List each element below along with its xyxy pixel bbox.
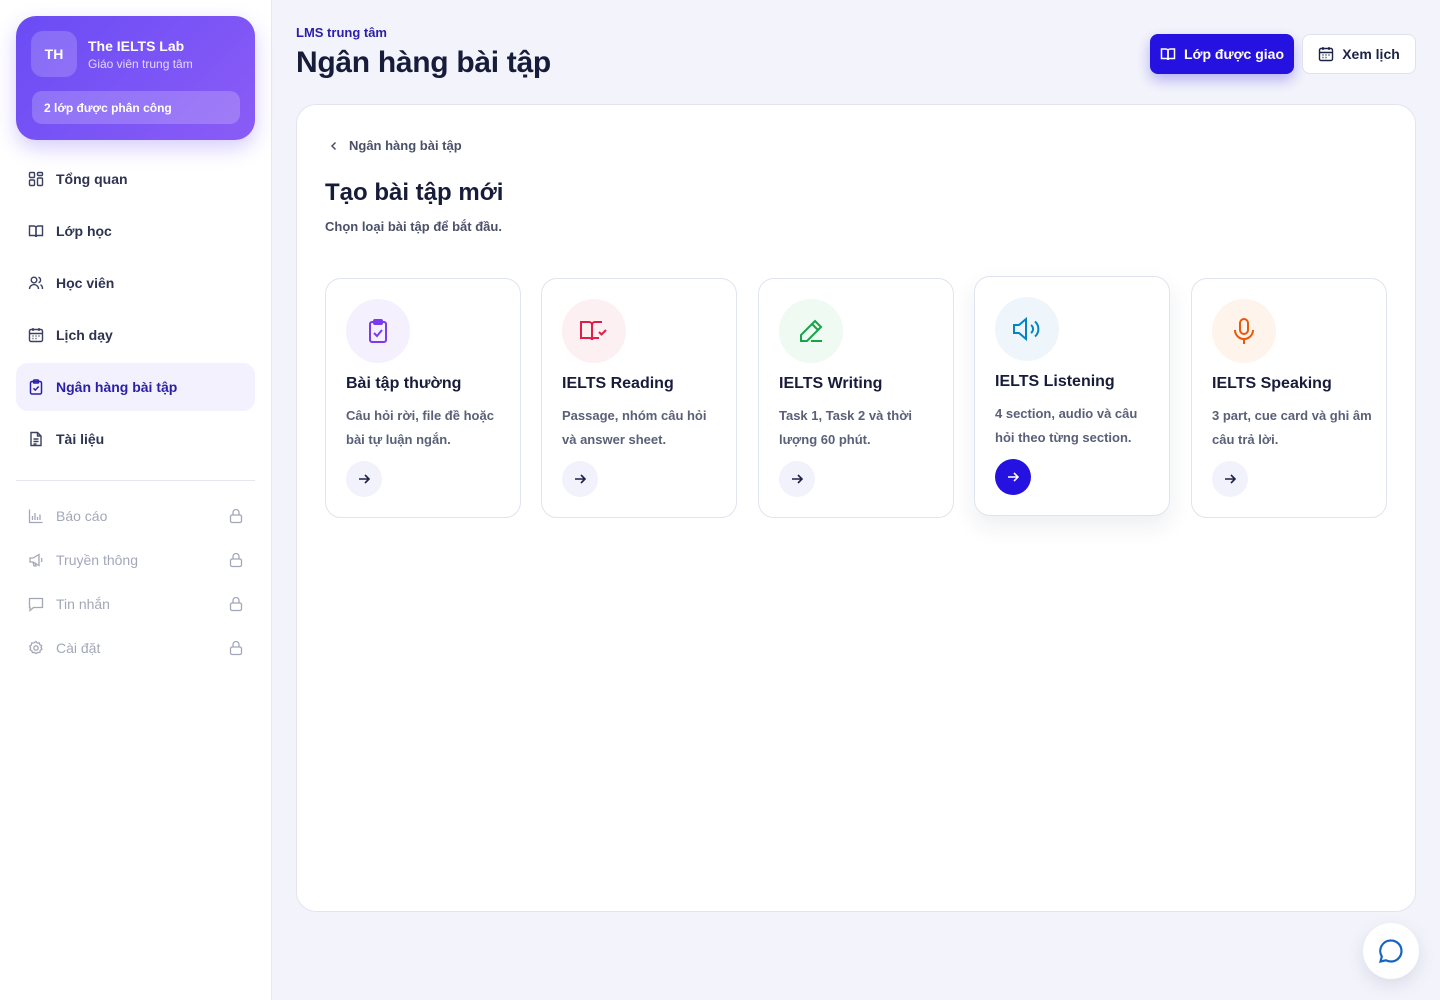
settings-icon [28,640,44,656]
users-icon [28,275,44,291]
assigned-classes-pill[interactable]: 2 lớp được phân công [32,91,240,124]
sidebar-item-reports[interactable]: Báo cáo [16,496,255,536]
page-title: Ngân hàng bài tập [296,46,551,79]
sidebar-item-label: Báo cáo [56,508,108,524]
clipboard-check-icon [28,379,44,395]
sidebar-item-label: Học viên [56,275,115,291]
sidebar-divider [16,480,255,481]
section-subtitle: Chọn loại bài tập để bắt đầu. [325,219,502,234]
microphone-icon [1212,299,1276,363]
card-title: IELTS Reading [562,375,674,392]
pen-icon [779,299,843,363]
lock-icon [229,508,243,524]
lock-icon [229,640,243,656]
bar-chart-icon [28,508,44,524]
org-name: The IELTS Lab [88,38,185,54]
sidebar-item-messages[interactable]: Tin nhắn [16,584,255,624]
card-description: 3 part, cue card và ghi âm câu trả lời. [1212,408,1372,447]
sidebar-item-label: Cài đặt [56,640,101,656]
card-title: IELTS Writing [779,375,883,392]
clipboard-check-icon [346,299,410,363]
message-icon [28,596,44,612]
book-check-icon [562,299,626,363]
sidebar-item-label: Tài liệu [56,431,105,447]
org-role: Giáo viên trung tâm [88,57,193,71]
sidebar-item-schedule[interactable]: Lịch dạy [16,311,255,359]
view-schedule-button[interactable]: Xem lịch [1302,34,1416,74]
breadcrumb-label: Ngân hàng bài tập [349,138,462,153]
sidebar: TH The IELTS Lab Giáo viên trung tâm 2 l… [0,0,272,1000]
sidebar-item-label: Truyền thông [56,552,138,568]
exercise-type-card-standard[interactable]: Bài tập thường Câu hỏi rời, file đề hoặc… [325,278,521,518]
arrow-right-icon[interactable] [995,459,1031,495]
chat-button[interactable] [1363,923,1419,979]
sidebar-item-documents[interactable]: Tài liệu [16,415,255,463]
calendar-icon [28,327,44,343]
card-description: 4 section, audio và câu hỏi theo từng se… [995,406,1138,445]
exercise-type-card-reading[interactable]: IELTS Reading Passage, nhóm câu hỏi và a… [541,278,737,518]
lock-icon [229,596,243,612]
sidebar-item-settings[interactable]: Cài đặt [16,628,255,668]
button-label: Xem lịch [1342,46,1400,62]
sidebar-item-label: Lịch dạy [56,327,113,343]
arrow-right-icon[interactable] [779,461,815,497]
card-description: Task 1, Task 2 và thời lượng 60 phút. [779,408,913,447]
grid-icon [28,171,44,187]
sidebar-item-communications[interactable]: Truyền thông [16,540,255,580]
speaker-icon [995,297,1059,361]
card-title: Bài tập thường [346,375,462,392]
sidebar-item-overview[interactable]: Tổng quan [16,155,255,203]
chevron-left-icon [329,141,339,151]
document-icon [28,431,44,447]
megaphone-icon [28,552,44,568]
button-label: Lớp được giao [1183,46,1285,62]
page-eyebrow: LMS trung tâm [296,25,387,40]
exercise-create-panel: Ngân hàng bài tập Tạo bài tập mới Chọn l… [296,104,1416,912]
breadcrumb[interactable]: Ngân hàng bài tập [329,138,462,153]
assigned-classes-button[interactable]: Lớp được giao [1150,34,1294,74]
card-title: IELTS Speaking [1212,375,1332,392]
book-open-icon [1160,46,1176,62]
exercise-type-card-writing[interactable]: IELTS Writing Task 1, Task 2 và thời lượ… [758,278,954,518]
card-description: Câu hỏi rời, file đề hoặc bài tự luận ng… [346,408,494,447]
lock-icon [229,552,243,568]
card-title: IELTS Listening [995,373,1115,390]
exercise-type-card-listening[interactable]: IELTS Listening 4 section, audio và câu … [974,276,1170,516]
section-title: Tạo bài tập mới [325,179,504,206]
sidebar-item-label: Tổng quan [56,171,128,187]
calendar-icon [1318,46,1334,62]
sidebar-item-students[interactable]: Học viên [16,259,255,307]
sidebar-item-label: Tin nhắn [56,596,110,612]
chat-bubble-icon [1377,937,1405,965]
card-description: Passage, nhóm câu hỏi và answer sheet. [562,408,707,447]
exercise-type-card-speaking[interactable]: IELTS Speaking 3 part, cue card và ghi â… [1191,278,1387,518]
arrow-right-icon[interactable] [346,461,382,497]
profile-card[interactable]: TH The IELTS Lab Giáo viên trung tâm 2 l… [16,16,255,140]
sidebar-item-label: Lớp học [56,223,112,239]
avatar: TH [31,31,77,77]
sidebar-item-exercise-bank[interactable]: Ngân hàng bài tập [16,363,255,411]
sidebar-item-classes[interactable]: Lớp học [16,207,255,255]
book-open-icon [28,223,44,239]
arrow-right-icon[interactable] [562,461,598,497]
arrow-right-icon[interactable] [1212,461,1248,497]
sidebar-item-label: Ngân hàng bài tập [56,379,178,395]
